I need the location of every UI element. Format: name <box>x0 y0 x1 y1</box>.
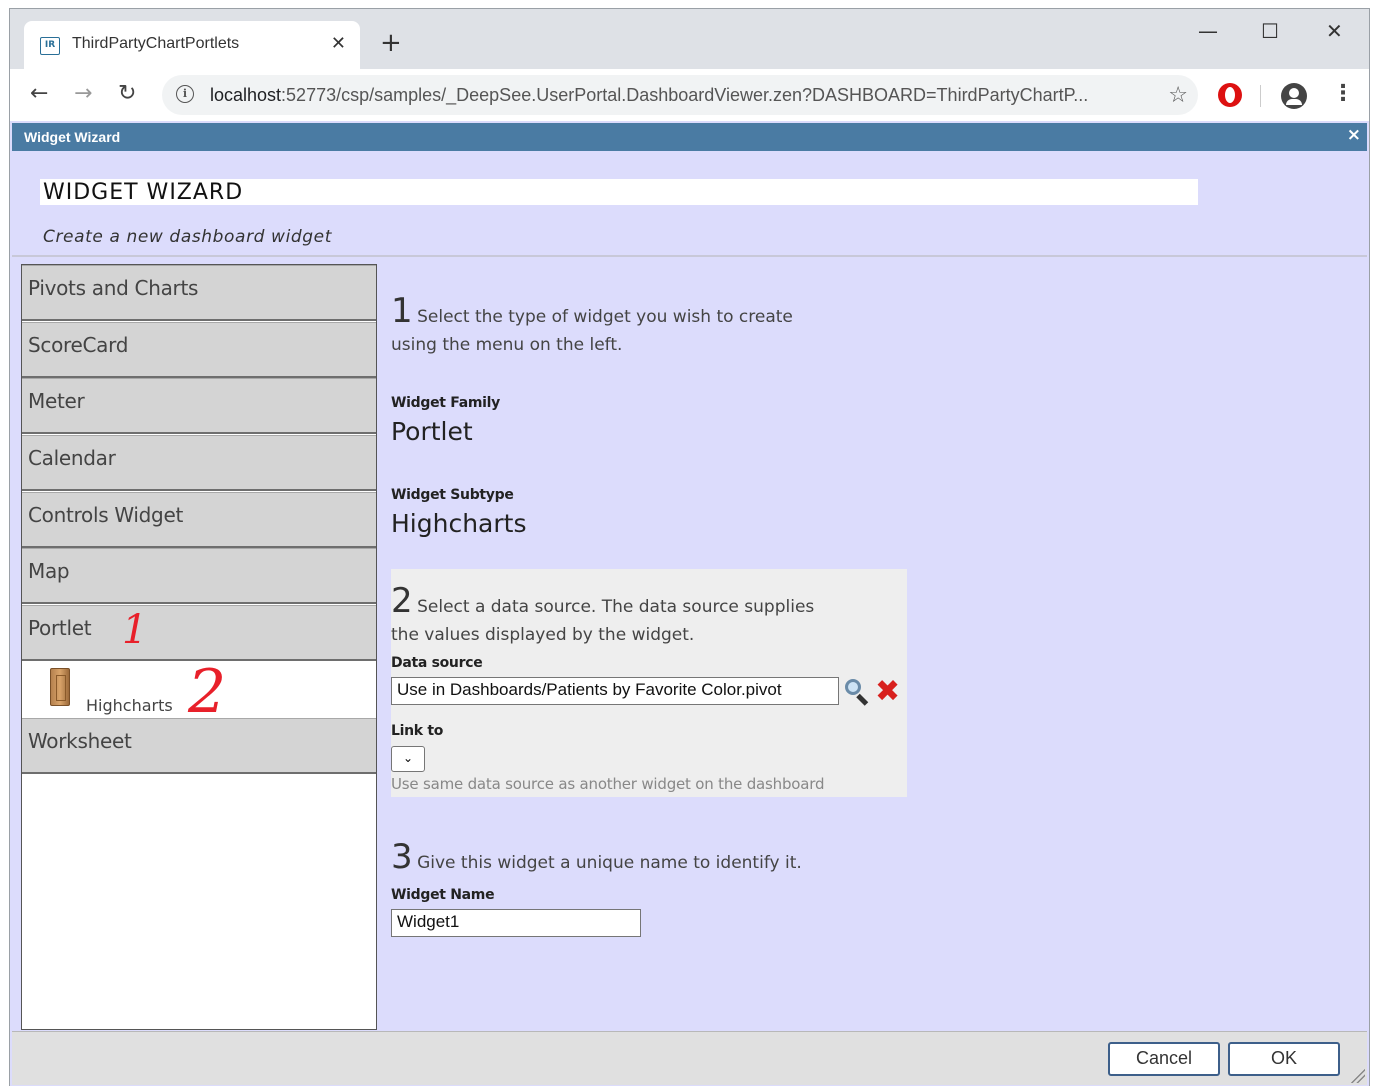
tab-strip: IR ThirdPartyChartPortlets ✕ + — ☐ ✕ <box>10 9 1369 69</box>
bookmark-star-icon[interactable]: ☆ <box>1168 83 1188 108</box>
maximize-button[interactable]: ☐ <box>1261 19 1279 43</box>
new-tab-button[interactable]: + <box>380 29 402 57</box>
profile-icon[interactable] <box>1281 83 1307 109</box>
step-number: 3 <box>391 837 413 877</box>
menu-item-controls-widget[interactable]: Controls Widget <box>22 492 376 548</box>
reload-button[interactable]: ↻ <box>118 81 136 107</box>
header-divider <box>12 255 1367 257</box>
url-path: :52773/csp/samples/_DeepSee.UserPortal.D… <box>281 85 1089 105</box>
ok-button[interactable]: OK <box>1228 1042 1340 1076</box>
opera-extension-icon[interactable] <box>1218 83 1242 107</box>
step-2-heading: 2 Select a data source. The data source … <box>391 581 814 621</box>
tab-close-icon[interactable]: ✕ <box>331 33 346 54</box>
search-icon[interactable] <box>843 677 871 706</box>
menu-item-label: Pivots and Charts <box>28 276 199 300</box>
menu-item-portlet[interactable]: Portlet <box>22 605 376 661</box>
minimize-button[interactable]: — <box>1198 19 1218 43</box>
site-info-icon[interactable]: i <box>176 85 194 103</box>
step-1-heading: 1 Select the type of widget you wish to … <box>391 291 793 331</box>
data-source-panel: 2 Select a data source. The data source … <box>391 569 907 797</box>
door-icon <box>50 668 70 706</box>
menu-item-map[interactable]: Map <box>22 548 376 604</box>
menu-item-label: Controls Widget <box>28 503 184 527</box>
widget-family-value: Portlet <box>391 417 473 446</box>
close-window-button[interactable]: ✕ <box>1326 19 1343 43</box>
wizard-title: WIDGET WIZARD <box>43 180 244 205</box>
step-number: 2 <box>391 581 413 621</box>
step-3-heading: 3 Give this widget a unique name to iden… <box>391 837 802 877</box>
annotation-2: 2 <box>188 657 227 727</box>
menu-item-label: Meter <box>28 389 85 413</box>
step-text-line-2: using the menu on the left. <box>391 335 623 355</box>
widget-name-label: Widget Name <box>391 887 495 903</box>
forward-button[interactable]: → <box>74 81 92 107</box>
tab-title: ThirdPartyChartPortlets <box>72 35 240 52</box>
data-source-label: Data source <box>391 655 483 671</box>
step-text-line-2: the values displayed by the widget. <box>391 625 695 645</box>
menu-item-label: Calendar <box>28 446 116 470</box>
address-bar[interactable]: i localhost:52773/csp/samples/_DeepSee.U… <box>162 75 1198 115</box>
widget-subtype-value: Highcharts <box>391 509 527 538</box>
cancel-button[interactable]: Cancel <box>1108 1042 1220 1076</box>
step-text: Select a data source. The data source su… <box>417 597 815 617</box>
dialog-footer: Cancel OK <box>12 1031 1367 1085</box>
data-source-input[interactable]: Use in Dashboards/Patients by Favorite C… <box>391 677 839 705</box>
resize-grip-icon[interactable] <box>1349 1067 1365 1083</box>
url-host: localhost <box>210 85 282 105</box>
link-to-select[interactable]: ⌄ <box>391 746 425 772</box>
browser-menu-icon[interactable]: ⋮ <box>1332 81 1354 107</box>
browser-toolbar: ← → ↻ i localhost:52773/csp/samples/_Dee… <box>10 69 1369 121</box>
favicon-icon: IR <box>40 37 60 55</box>
dialog-header: Widget Wizard × <box>12 123 1367 151</box>
step-text: Give this widget a unique name to identi… <box>417 853 802 873</box>
dialog-close-icon[interactable]: × <box>1347 125 1361 145</box>
browser-window: IR ThirdPartyChartPortlets ✕ + — ☐ ✕ ← →… <box>9 8 1370 1086</box>
page-content: Widget Wizard × WIDGET WIZARD Create a n… <box>10 121 1369 1086</box>
wizard-title-bar: WIDGET WIZARD <box>40 179 1198 205</box>
submenu-item-label: Highcharts <box>86 696 173 715</box>
clear-icon[interactable]: ✖ <box>875 677 900 707</box>
menu-item-calendar[interactable]: Calendar <box>22 435 376 491</box>
url-text: localhost:52773/csp/samples/_DeepSee.Use… <box>210 85 1088 106</box>
menu-item-label: Portlet <box>28 616 92 640</box>
toolbar-divider <box>1260 85 1261 107</box>
back-button[interactable]: ← <box>30 81 48 107</box>
widget-type-menu: Pivots and Charts ScoreCard Meter Calend… <box>21 264 377 1030</box>
menu-item-scorecard[interactable]: ScoreCard <box>22 322 376 378</box>
dialog-header-title: Widget Wizard <box>24 129 121 145</box>
widget-subtype-label: Widget Subtype <box>391 487 514 503</box>
annotation-1: 1 <box>122 607 148 653</box>
link-to-hint: Use same data source as another widget o… <box>391 775 825 793</box>
widget-family-label: Widget Family <box>391 395 500 411</box>
menu-item-label: ScoreCard <box>28 333 129 357</box>
widget-name-input[interactable]: Widget1 <box>391 909 641 937</box>
menu-item-pivots-and-charts[interactable]: Pivots and Charts <box>22 265 376 321</box>
step-number: 1 <box>391 291 413 331</box>
wizard-subtitle: Create a new dashboard widget <box>43 227 332 247</box>
menu-item-label: Map <box>28 559 70 583</box>
step-text: Select the type of widget you wish to cr… <box>417 307 793 327</box>
menu-item-meter[interactable]: Meter <box>22 378 376 434</box>
link-to-label: Link to <box>391 723 444 739</box>
menu-item-label: Worksheet <box>28 729 132 753</box>
browser-tab[interactable]: IR ThirdPartyChartPortlets ✕ <box>24 21 360 69</box>
